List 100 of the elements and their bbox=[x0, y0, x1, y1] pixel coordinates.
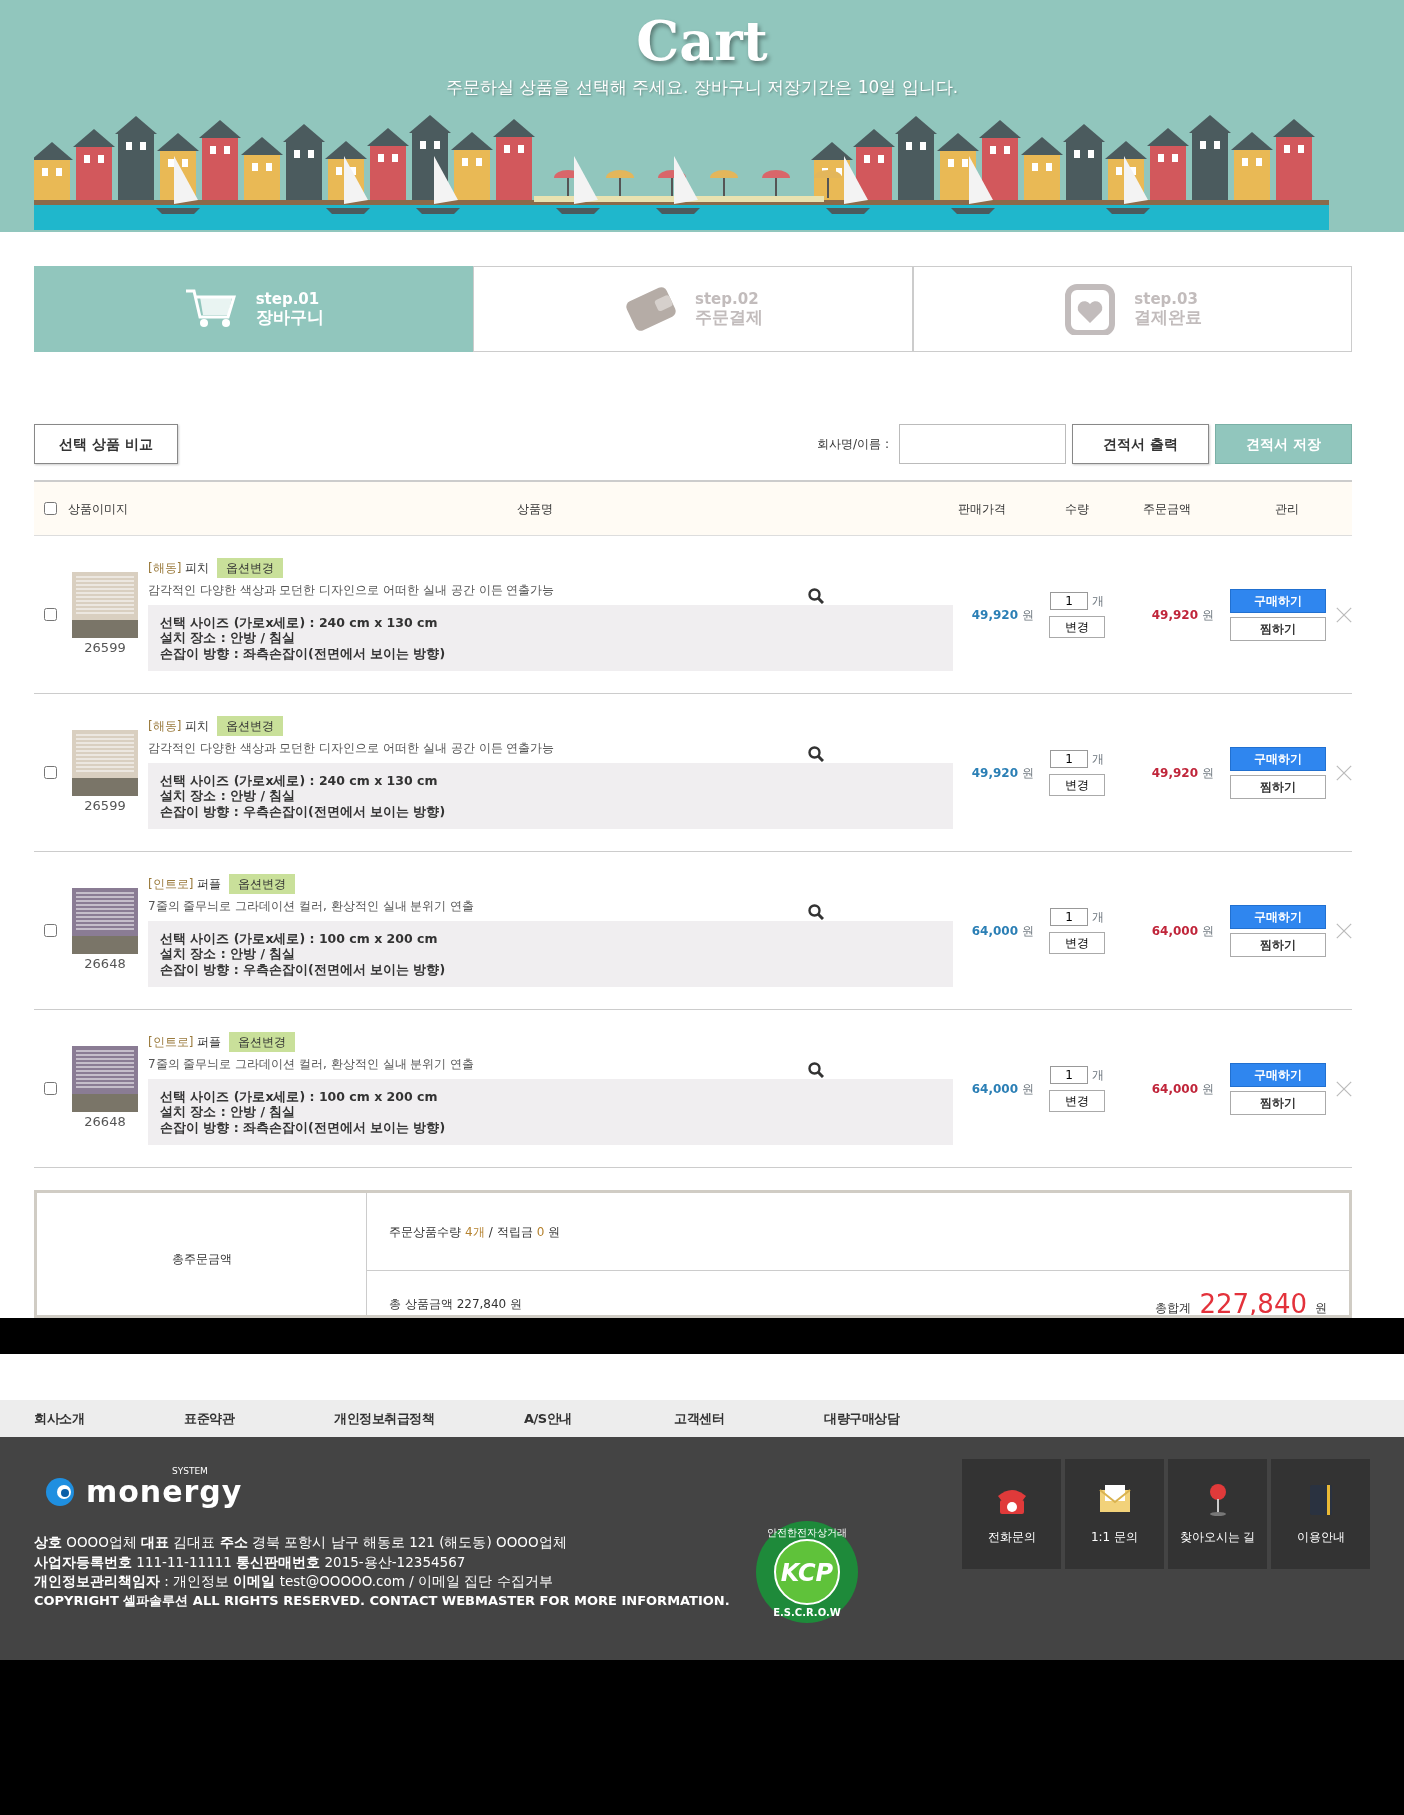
option-text: 손잡이 방향 : 좌측손잡이(전면에서 보이는 방향) bbox=[160, 645, 447, 662]
step-number: step.03 bbox=[1134, 291, 1199, 308]
company-label: 회사명/이름 : bbox=[817, 436, 889, 453]
quick-link-label: 찾아오시는 길 bbox=[1179, 1529, 1256, 1546]
option-text: 선택 사이즈 (가로x세로) : 240 cm x 130 cm bbox=[160, 614, 439, 631]
option-change-button[interactable]: 옵션변경 bbox=[229, 873, 296, 894]
row-checkbox[interactable] bbox=[44, 1082, 57, 1095]
logo-text: monergy bbox=[86, 1477, 243, 1507]
footer-link[interactable]: 대량구매상담 bbox=[824, 1408, 974, 1429]
step-number: step.01 bbox=[255, 291, 321, 308]
currency-unit: 원 bbox=[1202, 607, 1214, 622]
footer-link[interactable]: 표준약관 bbox=[184, 1408, 334, 1429]
buy-button[interactable]: 구매하기 bbox=[1230, 746, 1326, 771]
quantity-field[interactable]: 1 bbox=[1050, 591, 1088, 610]
company-field[interactable] bbox=[899, 424, 1066, 464]
currency-unit: 원 bbox=[1022, 923, 1034, 938]
wishlist-button[interactable]: 찜하기 bbox=[1230, 1090, 1326, 1115]
grand-total-label: 총합계 bbox=[1155, 1300, 1192, 1315]
step-label: 장바구니 bbox=[255, 307, 324, 327]
order-amount: 64,000 bbox=[1151, 923, 1198, 938]
row-checkbox[interactable] bbox=[44, 766, 57, 779]
option-change-button[interactable]: 옵션변경 bbox=[217, 557, 284, 578]
product-code: 26599 bbox=[83, 796, 127, 815]
buy-button[interactable]: 구매하기 bbox=[1230, 1062, 1326, 1087]
page-title: Cart bbox=[636, 8, 768, 72]
step-label: 결제완료 bbox=[1134, 307, 1203, 327]
product-code: 26599 bbox=[83, 638, 127, 657]
brand-name: [해동] bbox=[148, 559, 182, 577]
row-checkbox[interactable] bbox=[44, 608, 57, 621]
order-amount: 64,000 bbox=[1151, 1081, 1198, 1096]
product-description: 7줄의 줄무늬로 그라데이션 컬러, 환상적인 실내 분위기 연출 bbox=[148, 1055, 475, 1073]
option-text: 선택 사이즈 (가로x세로) : 100 cm x 200 cm bbox=[160, 1088, 439, 1105]
sale-price: 49,920 bbox=[971, 607, 1018, 622]
product-code: 26648 bbox=[83, 954, 127, 973]
column-header: 관리 bbox=[1275, 501, 1299, 516]
product-name: 피치 bbox=[185, 717, 210, 735]
buy-button[interactable]: 구매하기 bbox=[1230, 904, 1326, 929]
quick-link-label: 전화문의 bbox=[987, 1529, 1036, 1546]
currency-unit: 원 bbox=[1022, 607, 1034, 622]
wishlist-button[interactable]: 찜하기 bbox=[1230, 932, 1326, 957]
column-header: 상품명 bbox=[517, 501, 553, 516]
grand-total-unit: 원 bbox=[1315, 1300, 1327, 1315]
footer-link[interactable]: 개인정보취급정책 bbox=[334, 1408, 524, 1429]
copyright-text: COPYRIGHT 셀파솔루션 ALL RIGHTS RESERVED. CONTACT WEBMASTER FOR MORE INFORMATION. bbox=[34, 1591, 730, 1610]
quantity-label: 주문상품수량 bbox=[389, 1223, 461, 1241]
company-info: 상호 OOOO업체 대표 김대표 주소 경북 포항시 남구 해동로 121 (해도동) OOOO업체 bbox=[34, 1533, 568, 1552]
sale-price: 49,920 bbox=[971, 765, 1018, 780]
wishlist-button[interactable]: 찜하기 bbox=[1230, 616, 1326, 641]
search-icon[interactable] bbox=[808, 745, 824, 762]
quick-link[interactable]: 1:1 문의 bbox=[1065, 1459, 1164, 1569]
quick-link[interactable]: 찾아오시는 길 bbox=[1168, 1459, 1267, 1569]
compare-button[interactable]: 선택 상품 비교 bbox=[34, 424, 178, 464]
product-name: 퍼플 bbox=[197, 1033, 222, 1051]
wishlist-button[interactable]: 찜하기 bbox=[1230, 774, 1326, 799]
quantity-unit: 개 bbox=[1092, 593, 1104, 608]
change-button[interactable]: 변경 bbox=[1049, 1089, 1105, 1112]
product-description: 7줄의 줄무늬로 그라데이션 컬러, 환상적인 실내 분위기 연출 bbox=[148, 897, 475, 915]
quantity-field[interactable]: 1 bbox=[1050, 749, 1088, 768]
summary-label: 총주문금액 bbox=[171, 1251, 232, 1268]
change-button[interactable]: 변경 bbox=[1049, 773, 1105, 796]
option-text: 선택 사이즈 (가로x세로) : 100 cm x 200 cm bbox=[160, 930, 439, 947]
currency-unit: 원 bbox=[1022, 765, 1034, 780]
option-change-button[interactable]: 옵션변경 bbox=[229, 1031, 296, 1052]
points-value: 0 bbox=[536, 1223, 545, 1241]
company-info: 개인정보관리책임자 : 개인정보 이메일 test@OOOOO.com / 이메일 집단 수집거부 bbox=[34, 1572, 554, 1592]
change-button[interactable]: 변경 bbox=[1049, 615, 1105, 638]
option-text: 선택 사이즈 (가로x세로) : 240 cm x 130 cm bbox=[160, 772, 439, 789]
product-name: 피치 bbox=[185, 559, 210, 577]
column-header: 판매가격 bbox=[958, 501, 1006, 516]
product-total: 총 상품금액 227,840 원 bbox=[389, 1296, 523, 1313]
quick-link-label: 1:1 문의 bbox=[1090, 1529, 1139, 1546]
search-icon[interactable] bbox=[808, 903, 824, 920]
option-text: 손잡이 방향 : 우측손잡이(전면에서 보이는 방향) bbox=[160, 961, 447, 978]
badge-ring-text: 안전한전자상거래 bbox=[766, 1527, 847, 1538]
select-all-checkbox[interactable] bbox=[44, 502, 57, 515]
order-amount: 49,920 bbox=[1151, 607, 1198, 622]
product-description: 감각적인 다양한 색상과 모던한 디자인으로 어떠한 실내 공간 이든 연출가능 bbox=[148, 739, 555, 757]
brand-name: [해동] bbox=[148, 717, 182, 735]
badge-logo-text: KCP bbox=[780, 1559, 833, 1587]
option-text: 설치 장소 : 안방 / 침실 bbox=[160, 788, 297, 804]
footer-link[interactable]: 고객센터 bbox=[674, 1408, 824, 1429]
currency-unit: 원 bbox=[1202, 923, 1214, 938]
search-icon[interactable] bbox=[808, 1061, 824, 1078]
quantity-field[interactable]: 1 bbox=[1050, 1065, 1088, 1084]
change-button[interactable]: 변경 bbox=[1049, 931, 1105, 954]
footer-link[interactable]: 회사소개 bbox=[34, 1408, 184, 1429]
quantity-field[interactable]: 1 bbox=[1050, 907, 1088, 926]
column-header: 수량 bbox=[1065, 501, 1089, 516]
quick-link[interactable]: 전화문의 bbox=[962, 1459, 1061, 1569]
row-checkbox[interactable] bbox=[44, 924, 57, 937]
option-change-button[interactable]: 옵션변경 bbox=[217, 715, 284, 736]
product-description: 감각적인 다양한 색상과 모던한 디자인으로 어떠한 실내 공간 이든 연출가능 bbox=[148, 581, 555, 599]
print-button[interactable]: 견적서 출력 bbox=[1072, 424, 1209, 464]
quick-link[interactable]: 이용안내 bbox=[1271, 1459, 1370, 1569]
order-amount: 49,920 bbox=[1151, 765, 1198, 780]
footer-link[interactable]: A/S안내 bbox=[524, 1408, 674, 1429]
search-icon[interactable] bbox=[808, 587, 824, 604]
buy-button[interactable]: 구매하기 bbox=[1230, 588, 1326, 613]
option-text: 설치 장소 : 안방 / 침실 bbox=[160, 630, 297, 646]
product-name: 퍼플 bbox=[197, 875, 222, 893]
